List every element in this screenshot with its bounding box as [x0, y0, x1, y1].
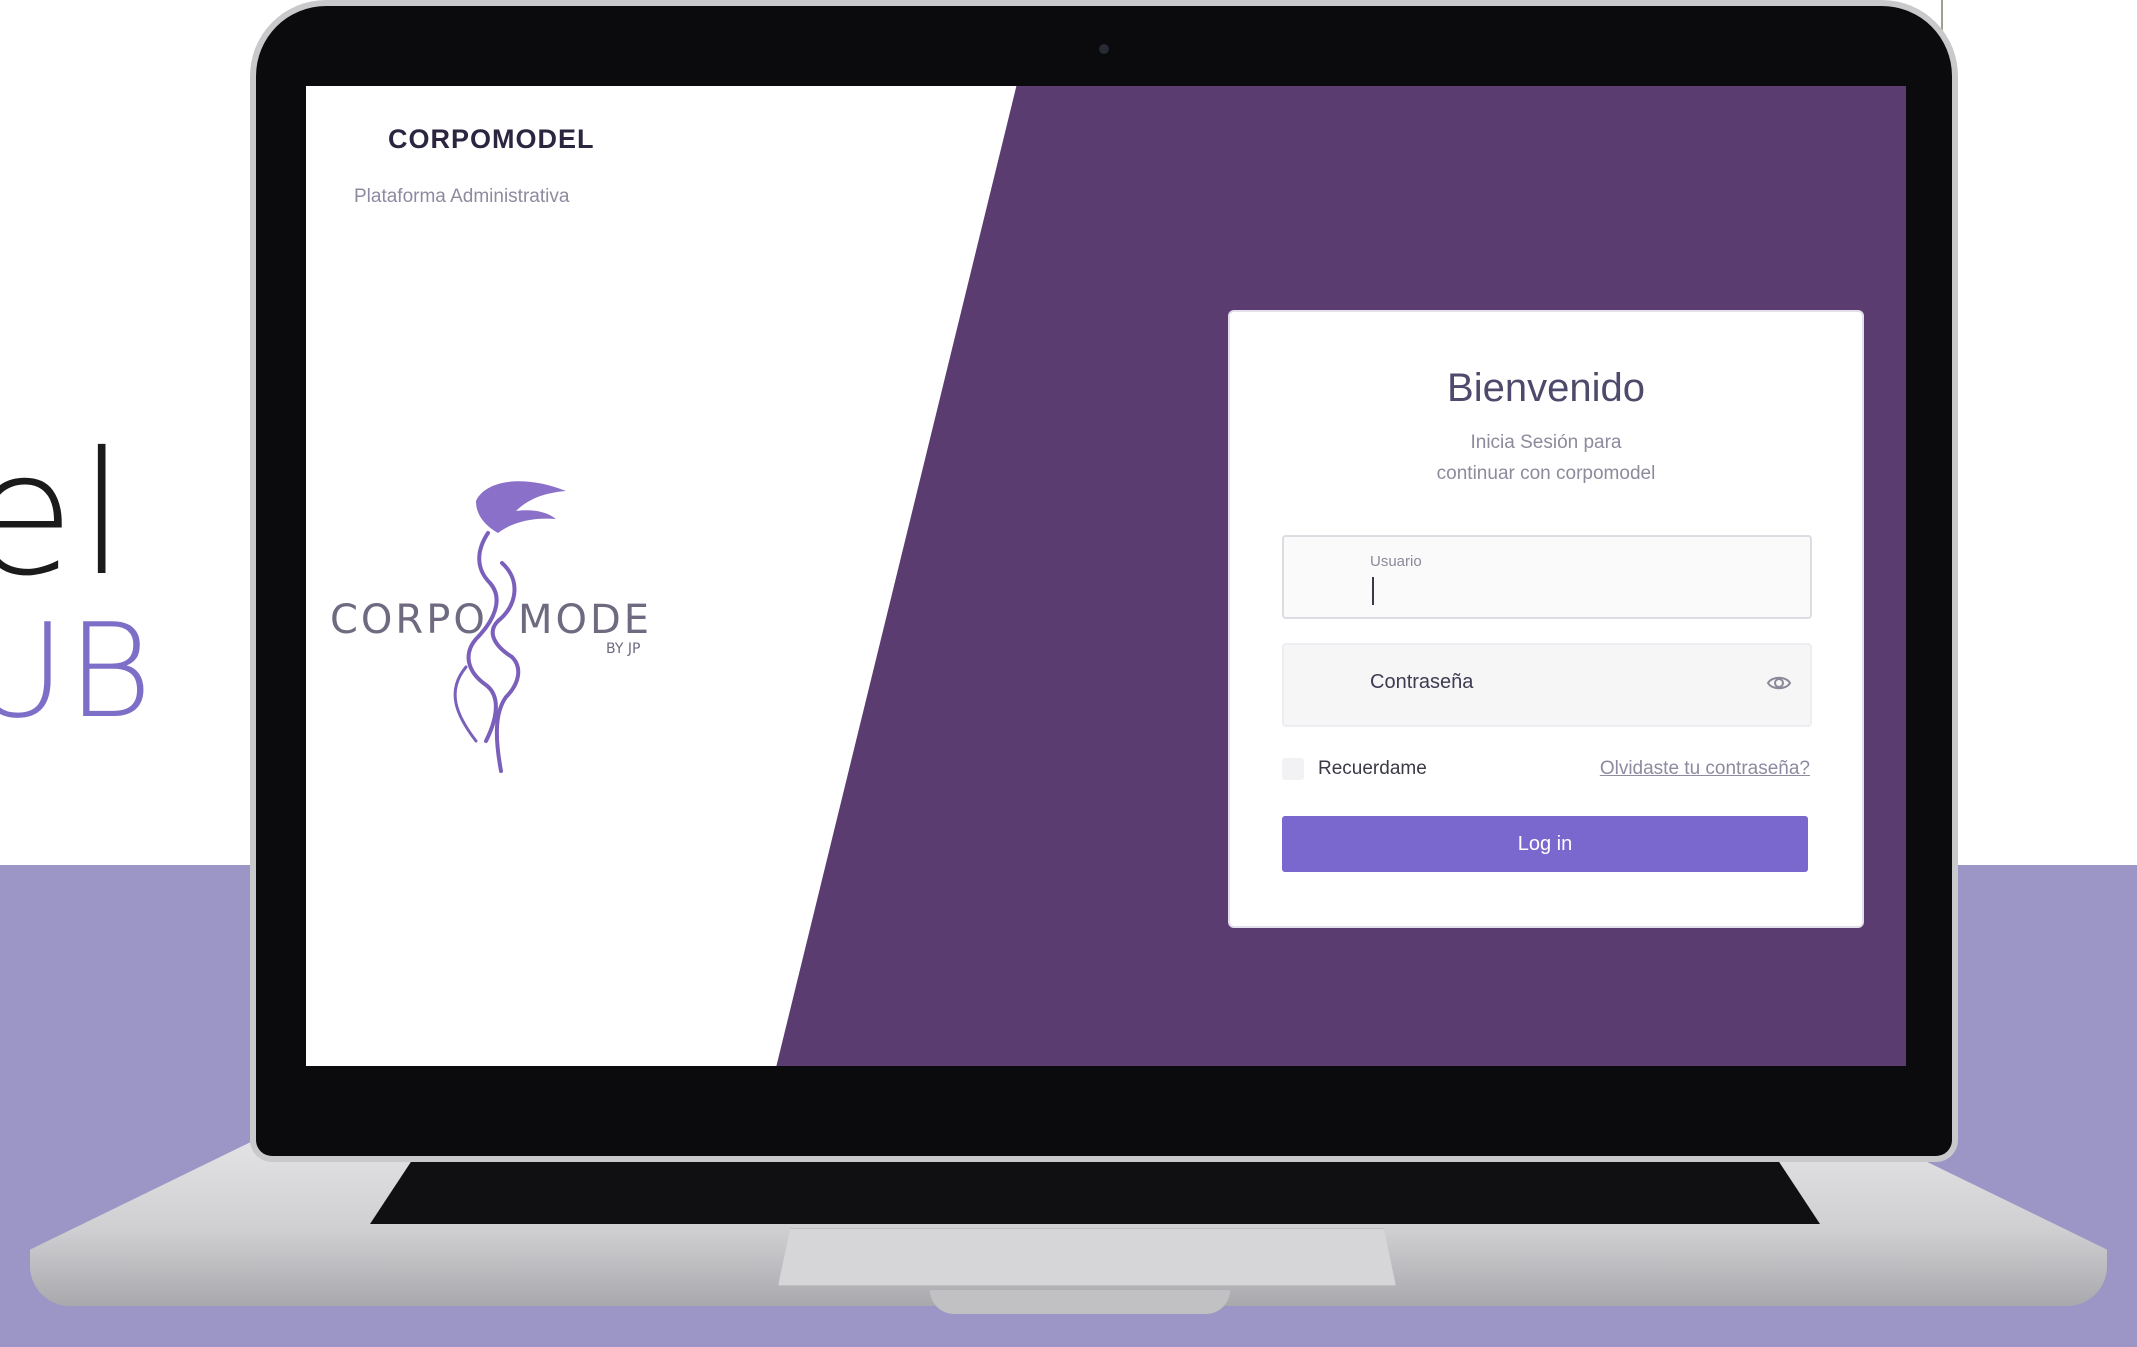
login-card: Bienvenido Inicia Sesión para continuar … [1230, 312, 1862, 926]
camera-icon [1099, 44, 1109, 54]
logo-hair-shape [476, 481, 566, 533]
logo-leg-line [453, 665, 478, 743]
login-subtitle-line1: Inicia Sesión para [1470, 432, 1622, 453]
username-field[interactable]: Usuario [1282, 535, 1812, 619]
login-title: Bienvenido [1447, 366, 1645, 410]
brand-title: CORPOMODEL [388, 124, 595, 154]
password-field[interactable]: Contraseña [1282, 643, 1812, 727]
corpomodel-logo-icon: CORPO MODEL BY JP [330, 481, 656, 773]
forgot-password-link[interactable]: Olvidaste tu contraseña? [1600, 758, 1810, 780]
eye-icon[interactable] [1766, 671, 1792, 695]
logo-text-left: CORPO [330, 597, 488, 643]
laptop-keyboard [370, 1158, 1820, 1224]
logo-text-right: MODEL [518, 597, 656, 643]
laptop-trackpad [778, 1228, 1396, 1286]
background-divider [1941, 0, 1943, 30]
remember-label[interactable]: Recuerdame [1318, 758, 1427, 780]
logo-tagline: BY JP [606, 641, 640, 657]
background-brand-text: el UB [0, 430, 154, 736]
laptop-screen: CORPOMODEL Plataforma Administrativa COR… [306, 86, 1906, 1066]
text-caret [1372, 577, 1374, 605]
remember-checkbox[interactable] [1282, 758, 1304, 780]
background-brand-line1: el [0, 416, 130, 614]
username-label: Usuario [1370, 553, 1422, 570]
brand-subtitle: Plataforma Administrativa [354, 186, 570, 207]
background-brand-line2: UB [0, 595, 155, 747]
laptop-notch [930, 1290, 1230, 1314]
password-placeholder: Contraseña [1370, 671, 1474, 693]
login-button[interactable]: Log in [1282, 816, 1808, 872]
login-subtitle-line2: continuar con corpomodel [1436, 463, 1656, 484]
